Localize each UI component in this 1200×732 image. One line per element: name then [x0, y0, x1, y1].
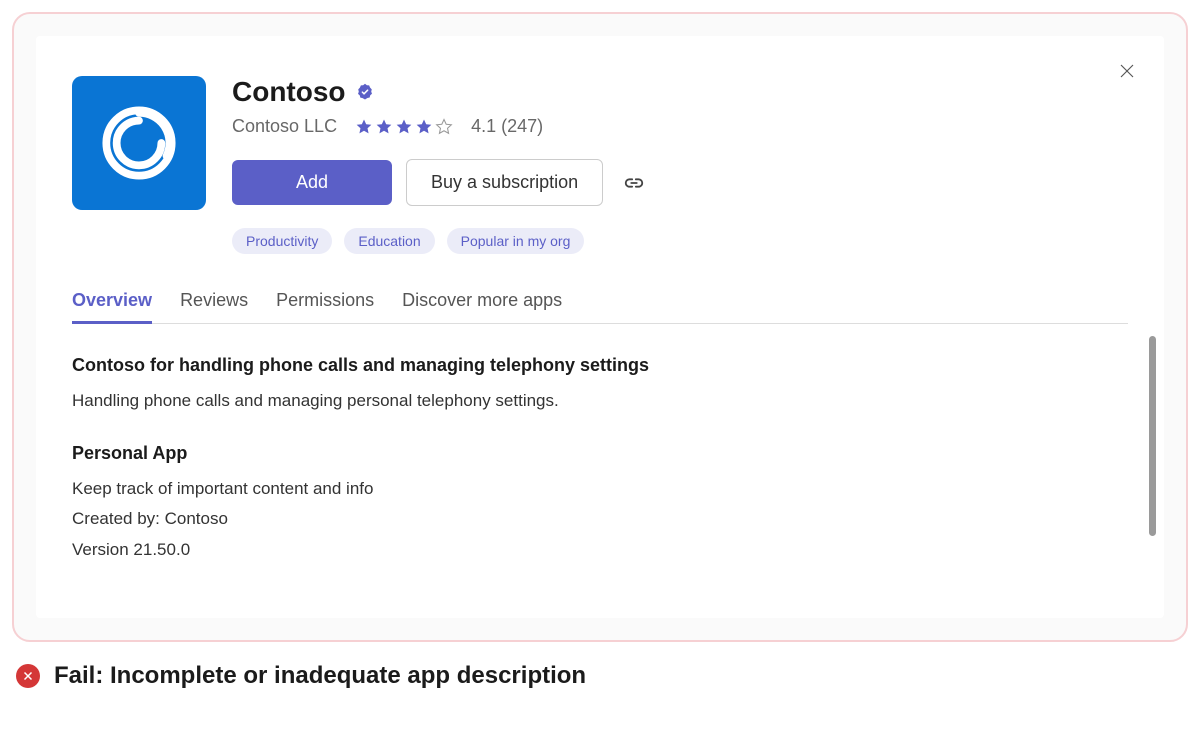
personal-app-section: Personal App Keep track of important con…: [72, 440, 1128, 563]
app-title: Contoso: [232, 76, 346, 108]
personal-app-line1: Keep track of important content and info: [72, 476, 1128, 502]
action-row: Add Buy a subscription: [232, 159, 1128, 206]
copy-link-button[interactable]: [617, 166, 651, 200]
title-row: Contoso: [232, 76, 1128, 108]
overview-content: Contoso for handling phone calls and man…: [72, 352, 1128, 563]
close-button[interactable]: [1118, 62, 1136, 84]
tab-discover[interactable]: Discover more apps: [402, 290, 562, 323]
overview-headline: Contoso for handling phone calls and man…: [72, 352, 1128, 380]
close-icon: [1118, 62, 1136, 80]
rating-value: 4.1 (247): [471, 116, 543, 137]
validation-status-text: Fail: Incomplete or inadequate app descr…: [54, 662, 586, 690]
version-label: Version 21.50.0: [72, 537, 1128, 563]
add-button[interactable]: Add: [232, 160, 392, 205]
tag-education[interactable]: Education: [344, 228, 434, 254]
overview-summary: Handling phone calls and managing person…: [72, 388, 1128, 414]
star-icon: [415, 118, 433, 136]
x-mark-icon: [22, 670, 34, 682]
app-icon: [72, 76, 206, 210]
personal-app-heading: Personal App: [72, 440, 1128, 468]
rating-stars: [355, 118, 453, 136]
header-row: Contoso Contoso LLC: [72, 76, 1128, 254]
star-icon: [355, 118, 373, 136]
link-icon: [623, 172, 645, 194]
tab-permissions[interactable]: Permissions: [276, 290, 374, 323]
tag-productivity[interactable]: Productivity: [232, 228, 332, 254]
star-icon: [435, 118, 453, 136]
publisher-name: Contoso LLC: [232, 116, 337, 137]
fail-icon: [16, 664, 40, 688]
header-info: Contoso Contoso LLC: [232, 76, 1128, 254]
tag-popular[interactable]: Popular in my org: [447, 228, 585, 254]
tag-row: Productivity Education Popular in my org: [232, 228, 1128, 254]
verified-icon: [356, 83, 374, 101]
star-icon: [395, 118, 413, 136]
star-icon: [375, 118, 393, 136]
app-logo-icon: [96, 100, 182, 186]
tabs: Overview Reviews Permissions Discover mo…: [72, 290, 1128, 324]
tab-overview[interactable]: Overview: [72, 290, 152, 323]
app-detail-card: Contoso Contoso LLC: [36, 36, 1164, 618]
meta-row: Contoso LLC 4.1 (247): [232, 116, 1128, 137]
scrollbar-thumb[interactable]: [1149, 336, 1156, 536]
validation-status-row: Fail: Incomplete or inadequate app descr…: [16, 662, 1200, 690]
tab-reviews[interactable]: Reviews: [180, 290, 248, 323]
created-by: Created by: Contoso: [72, 506, 1128, 532]
buy-subscription-button[interactable]: Buy a subscription: [406, 159, 603, 206]
outer-frame: Contoso Contoso LLC: [12, 12, 1188, 642]
